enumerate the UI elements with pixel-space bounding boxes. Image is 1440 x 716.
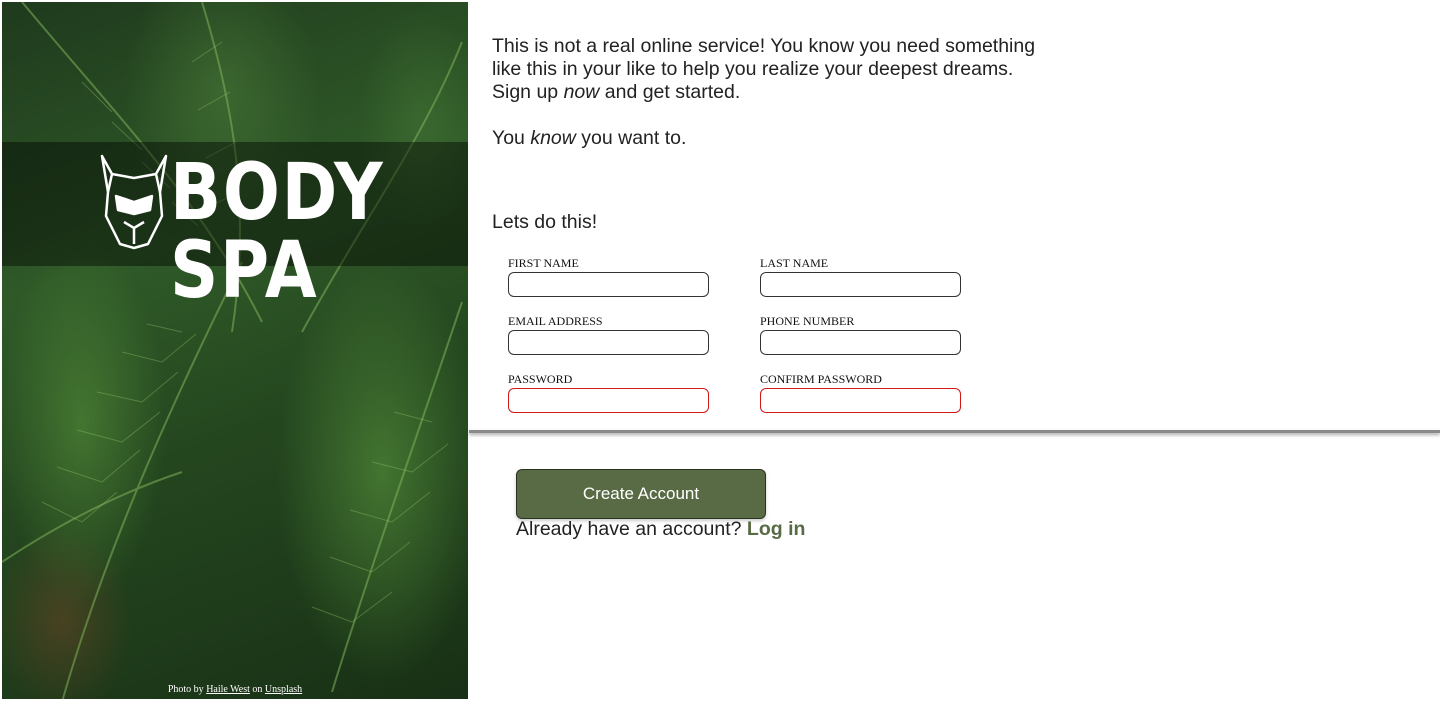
- last-name-input[interactable]: [760, 272, 961, 297]
- credit-prefix: Photo by: [167, 684, 204, 695]
- credit-author-link[interactable]: Haile West: [206, 684, 250, 695]
- brand-logo-text: BODY SPA: [170, 148, 385, 316]
- login-link[interactable]: Log in: [747, 518, 805, 540]
- confirm-password-label: CONFIRM PASSWORD: [760, 372, 882, 386]
- viking-dog-icon: [100, 154, 168, 250]
- intro-line-1: This is not a real online service! You k…: [492, 35, 1036, 57]
- credit-middle: on: [252, 684, 263, 695]
- last-name-label: LAST NAME: [760, 256, 829, 270]
- phone-label: PHONE NUMBER: [760, 314, 855, 328]
- fern-background: [2, 2, 463, 699]
- credit-site-link[interactable]: Unsplash: [265, 684, 302, 695]
- login-prompt-text: Already have an account?: [516, 518, 742, 540]
- intro-line-3a: Sign up: [492, 81, 564, 103]
- section-divider: [469, 430, 1440, 433]
- form-heading: Lets do this!: [492, 211, 598, 233]
- email-label: EMAIL ADDRESS: [508, 314, 603, 328]
- phone-input[interactable]: [760, 330, 961, 355]
- email-input[interactable]: [508, 330, 709, 355]
- intro-line-3b: and get started.: [599, 81, 741, 103]
- confirm-password-input[interactable]: [760, 388, 961, 413]
- intro-p2a: You: [492, 127, 531, 149]
- password-label: PASSWORD: [508, 372, 573, 386]
- intro-paragraph-2: You know you want to.: [492, 127, 1092, 150]
- login-prompt-line: Already have an account? Log in: [516, 518, 805, 541]
- intro-paragraph-1: This is not a real online service! You k…: [492, 35, 1092, 104]
- create-account-button[interactable]: Create Account: [516, 469, 766, 519]
- first-name-label: FIRST NAME: [508, 256, 579, 270]
- password-input[interactable]: [508, 388, 709, 413]
- first-name-input[interactable]: [508, 272, 709, 297]
- intro-text: This is not a real online service! You k…: [492, 35, 1092, 150]
- intro-p2b: you want to.: [575, 127, 687, 149]
- hero-image: BODY SPA Photo by Haile West on Unsplash: [2, 2, 468, 699]
- photo-credit: Photo by Haile West on Unsplash: [2, 684, 468, 695]
- intro-p2-emphasis: know: [530, 127, 576, 149]
- intro-line-2: like this in your like to help you reali…: [492, 58, 1014, 80]
- intro-line-3-emphasis: now: [563, 81, 600, 103]
